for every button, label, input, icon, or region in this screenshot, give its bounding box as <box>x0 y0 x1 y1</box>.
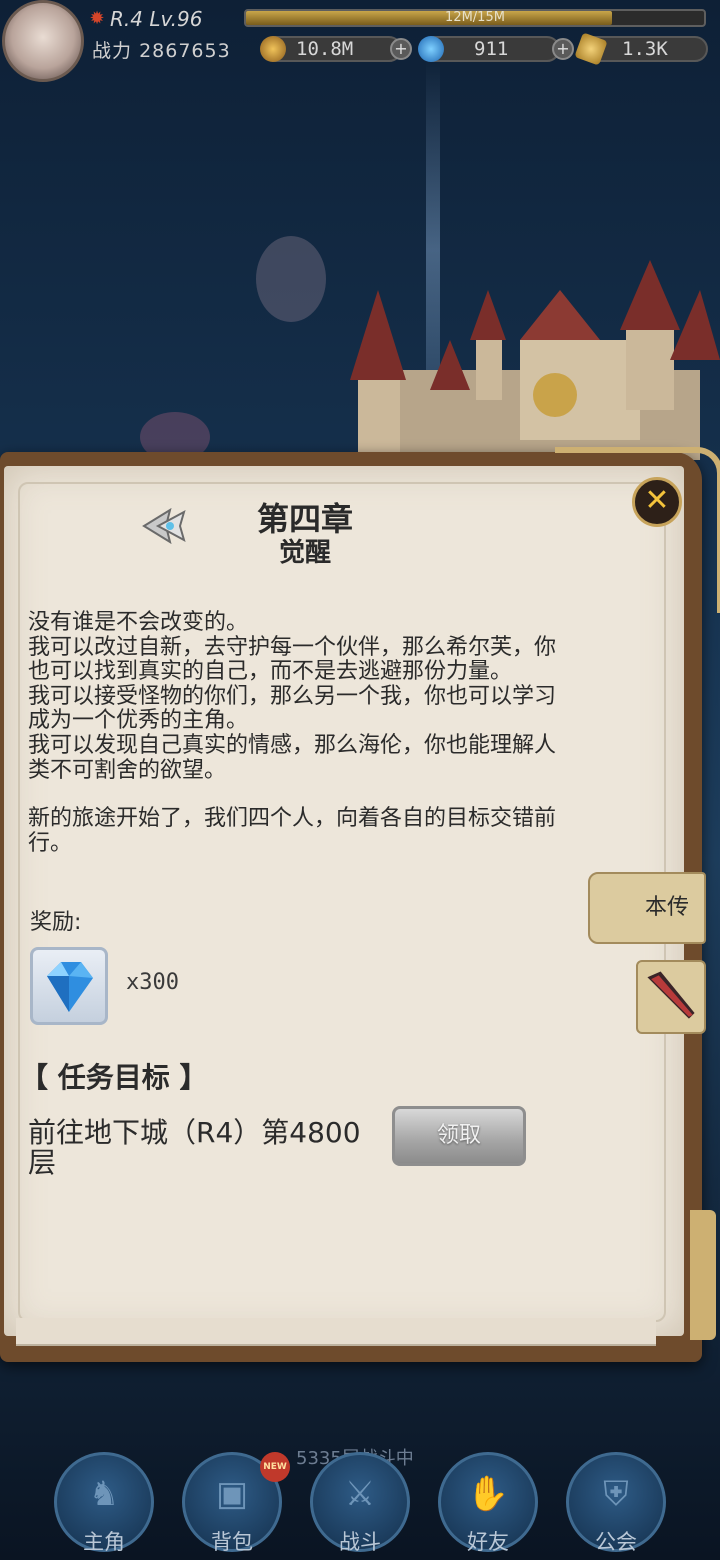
rank-level: R.4 Lv.96 <box>110 7 203 31</box>
crossed-swords-icon: ⚔ <box>344 1474 376 1514</box>
reward-label: 奖励: <box>30 910 82 935</box>
story-line: 我可以接受怪物的你们，那么另一个我，你也可以学习成为一个优秀的主角。 <box>28 683 557 734</box>
rank-row: ✹ R.4 Lv.96 <box>86 6 203 32</box>
gold-currency: 10.8M <box>260 36 402 62</box>
close-x-icon: ✕ <box>644 483 670 518</box>
story-line: 我可以改过自新，去守护每一个伙伴，那么希尔芙，你也可以找到真实的自己，而不是去逃… <box>28 634 557 685</box>
reward-quantity: x300 <box>126 970 179 995</box>
arrow-left-icon[interactable] <box>140 506 188 546</box>
story-gap <box>28 783 568 807</box>
story-line: 新的旅途开始了，我们四个人，向着各自的目标交错前行。 <box>28 806 557 856</box>
story-line: 我可以发现自己真实的情感，那么海伦，你也能理解人类不可割舍的欲望。 <box>28 732 557 783</box>
chapter-subtitle: 觉醒 <box>278 538 331 568</box>
new-badge: NEW <box>260 1452 290 1482</box>
dark-blade-icon <box>647 971 695 1019</box>
token-value: 1.3K <box>622 38 668 60</box>
hero-helmet-icon: ♞ <box>88 1474 120 1514</box>
close-button[interactable]: ✕ <box>632 477 682 527</box>
frame-gold-trim-bottom <box>690 1210 716 1340</box>
token-currency: 1.3K <box>574 32 708 66</box>
nav-label-battle: 战斗 <box>339 1530 381 1554</box>
rank-emblem-icon: ✹ <box>89 8 105 29</box>
guild-shield-icon: ⛨ <box>603 1474 629 1514</box>
gold-value: 10.8M <box>296 38 354 60</box>
add-gold-button[interactable]: + <box>390 38 412 60</box>
task-header: 【 任务目标 】 <box>20 1061 208 1094</box>
add-gems-button[interactable]: + <box>552 38 574 60</box>
power-label: 战力 <box>92 40 133 62</box>
gem-currency: 911 <box>418 36 560 62</box>
paper-inner-border <box>18 482 666 1322</box>
nav-label-bag: 背包 <box>211 1530 253 1554</box>
story-line: 没有谁是不会改变的。 <box>28 610 249 635</box>
blue-gem-icon <box>418 36 444 62</box>
combat-power: 战力 2867653 <box>92 36 231 63</box>
task-description: 前往地下城（R4）第4800层 <box>28 1116 361 1179</box>
exp-bar: 12M/15M <box>244 9 706 27</box>
tab-weapon[interactable] <box>636 960 706 1034</box>
nav-label-guild: 公会 <box>595 1530 637 1554</box>
top-status-bar: ✹ R.4 Lv.96 12M/15M 战力 2867653 10.8M + 9… <box>0 0 720 82</box>
exp-text: 12M/15M <box>445 10 505 25</box>
reward-item-slot[interactable] <box>30 947 108 1025</box>
handshake-icon: ✋ <box>466 1474 510 1514</box>
gold-ticket-icon <box>574 32 608 66</box>
claim-button[interactable]: 领取 <box>392 1106 526 1166</box>
gold-coin-icon <box>260 36 286 62</box>
chapter-story-text: 没有谁是不会改变的。 我可以改过自新，去守护每一个伙伴，那么希尔芙，你也可以找到… <box>28 610 568 856</box>
hot-air-balloon <box>256 236 326 322</box>
castle-illustration <box>350 260 720 460</box>
blue-gem-icon <box>47 962 93 1012</box>
tab-biography[interactable]: 本传 <box>588 872 706 944</box>
gem-value: 911 <box>474 38 509 60</box>
nav-label-friends: 好友 <box>467 1530 509 1554</box>
player-avatar[interactable] <box>2 0 84 82</box>
paper-bottom-edge <box>16 1318 656 1346</box>
power-value: 2867653 <box>139 40 231 62</box>
nav-label-hero: 主角 <box>83 1530 125 1554</box>
chapter-dialog-paper <box>4 466 684 1336</box>
